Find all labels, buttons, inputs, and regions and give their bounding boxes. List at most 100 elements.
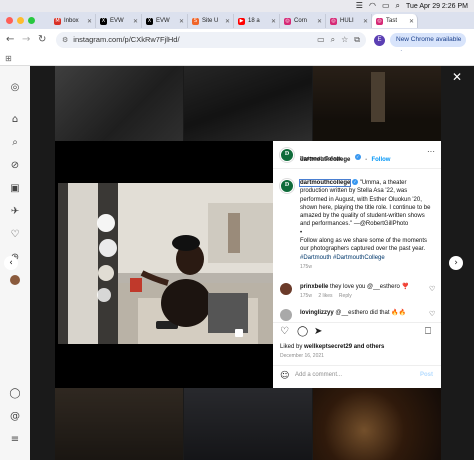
close-tab-icon[interactable]: ✕ — [225, 18, 230, 25]
previous-post-icon[interactable]: ‹ — [4, 256, 18, 270]
browser-tab[interactable]: M Inbox ✕ — [50, 14, 96, 28]
close-tab-icon[interactable]: ✕ — [363, 18, 368, 25]
url-text: instagram.com/p/CXkRw7FjlHd/ — [73, 35, 180, 44]
cast-icon[interactable]: ▭ — [317, 32, 325, 48]
caption-username[interactable]: dartmouthcollege — [298, 179, 352, 187]
comment-text: they love you @__esthero ❣️ — [330, 284, 409, 290]
post-comment-button[interactable]: Post — [420, 372, 433, 378]
notifications-heart-icon[interactable]: ♡ — [9, 229, 21, 241]
post-date[interactable]: December 16, 2021 — [280, 353, 324, 359]
separator-dot: • — [365, 157, 368, 163]
site-info-icon[interactable]: ⚙ — [62, 36, 68, 44]
browser-tab[interactable]: ◎ Tast ✕ — [372, 14, 418, 28]
apps-grid-icon[interactable]: ⊞ — [5, 54, 12, 63]
share-icon[interactable]: ➤ — [314, 326, 322, 337]
reload-icon[interactable]: ↻ — [38, 34, 46, 45]
comment-user[interactable]: lovinglizzyy — [300, 310, 334, 316]
save-post-icon[interactable]: ⎕ — [425, 326, 431, 337]
more-options-icon[interactable]: ··· — [427, 147, 435, 156]
emoji-icon[interactable]: ☺ — [280, 371, 289, 381]
liked-by-others[interactable]: and others — [352, 344, 385, 350]
comment-1: lovinglizzyy @__esthero did that 🔥🔥 — [300, 309, 425, 317]
like-post-icon[interactable]: ♡ — [280, 326, 289, 337]
back-icon[interactable]: ← — [6, 34, 14, 45]
comment-avatar[interactable] — [280, 283, 292, 295]
instagram-icon: ◎ — [284, 17, 291, 25]
menubar-clock[interactable]: Tue Apr 29 2:26 PM — [406, 3, 468, 10]
threads-icon[interactable]: @ — [9, 411, 21, 423]
zoom-window-button[interactable] — [28, 17, 35, 24]
caption: dartmouthcollege ✓ "Umma, a theater prod… — [298, 179, 440, 270]
forward-icon[interactable]: → — [22, 34, 30, 45]
wifi-icon[interactable]: ◠ — [369, 1, 376, 11]
carousel-indicator-icon — [235, 329, 243, 337]
comment-age[interactable]: 175w — [300, 293, 312, 299]
more-menu-icon[interactable]: ≡ — [9, 434, 21, 446]
chrome-update-button[interactable]: New Chrome available ⋮ — [390, 33, 466, 57]
search-icon[interactable]: ⌕ — [396, 1, 400, 11]
tab-label: Site U — [202, 18, 219, 24]
search-icon[interactable]: ⌕ — [9, 137, 21, 149]
explore-icon[interactable]: ⊘ — [9, 160, 21, 172]
liked-by-user[interactable]: wellkeptsecret29 — [304, 344, 352, 350]
browser-tab[interactable]: X EVW ✕ — [142, 14, 188, 28]
comment-likes[interactable]: 2 likes — [318, 293, 332, 299]
caption-verified-icon: ✓ — [352, 179, 359, 186]
post-photo[interactable] — [58, 183, 274, 344]
close-tab-icon[interactable]: ✕ — [409, 18, 414, 25]
follow-button[interactable]: Follow — [371, 157, 390, 163]
comment-avatar[interactable] — [280, 309, 292, 321]
close-window-button[interactable] — [6, 17, 13, 24]
comment-input[interactable]: Add a comment... — [295, 372, 342, 378]
profile-icon[interactable] — [10, 275, 20, 285]
post-details-panel: D dartmouthcollege ✓ • Follow Dartmouth … — [273, 141, 441, 388]
tab-label: EVW — [110, 18, 124, 24]
post-location[interactable]: Dartmouth College — [300, 156, 342, 162]
caption-line-4: amazed by the quality of student-written… — [300, 213, 425, 220]
battery-icon[interactable]: ▭ — [382, 1, 390, 11]
url-field[interactable]: ⚙ instagram.com/p/CXkRw7FjlHd/ ▭ ⌕ ☆ ⧉ — [56, 32, 366, 48]
close-tab-icon[interactable]: ✕ — [271, 18, 276, 25]
instagram-icon: ◎ — [376, 17, 383, 25]
next-post-icon[interactable]: › — [449, 256, 463, 270]
browser-tab[interactable]: ▶ 18 a ✕ — [234, 14, 280, 28]
close-tab-icon[interactable]: ✕ — [87, 18, 92, 25]
profile-avatar[interactable]: E — [374, 35, 385, 46]
home-icon[interactable]: ⌂ — [9, 114, 21, 126]
browser-tab[interactable]: S Site U ✕ — [188, 14, 234, 28]
extensions-icon[interactable]: ⧉ — [354, 32, 360, 48]
reels-icon[interactable]: ▣ — [9, 183, 21, 195]
hashtags[interactable]: #Dartmouth #DartmouthCollege — [300, 254, 440, 262]
meta-ai-icon[interactable]: ◯ — [9, 388, 21, 400]
instagram-logo-icon[interactable]: ◎ — [9, 82, 21, 94]
dressing-room-photo — [58, 183, 274, 344]
control-center-icon[interactable]: ☰ — [356, 1, 363, 11]
like-comment-icon[interactable]: ♡ — [429, 310, 435, 318]
browser-tab[interactable]: ◎ Corn ✕ — [280, 14, 326, 28]
like-comment-icon[interactable]: ♡ — [429, 285, 435, 293]
close-tab-icon[interactable]: ✕ — [179, 18, 184, 25]
caption-age[interactable]: 175w — [300, 264, 440, 270]
liked-by: Liked by wellkeptsecret29 and others — [280, 344, 385, 350]
zoom-icon[interactable]: ⌕ — [331, 32, 335, 48]
caption-line-1: production written by Stella Asa '22, wa… — [300, 188, 408, 195]
post-header: D dartmouthcollege ✓ • Follow Dartmouth … — [273, 141, 441, 169]
comment-text: @__esthero did that 🔥🔥 — [335, 310, 407, 316]
dartmouth-avatar[interactable]: D — [280, 148, 294, 162]
comment-icon[interactable]: ◯ — [297, 326, 308, 337]
caption-line-5: and performances." —@RobertGillPhoto — [300, 221, 409, 228]
close-modal-icon[interactable]: ✕ — [450, 70, 464, 84]
verified-badge-icon: ✓ — [354, 153, 361, 160]
close-tab-icon[interactable]: ✕ — [133, 18, 138, 25]
close-tab-icon[interactable]: ✕ — [317, 18, 322, 25]
browser-tab[interactable]: X EVW ✕ — [96, 14, 142, 28]
comment-user[interactable]: prinxbelle — [300, 284, 328, 290]
comment-reply-button[interactable]: Reply — [339, 293, 352, 299]
minimize-window-button[interactable] — [17, 17, 24, 24]
browser-tab[interactable]: ◎ HULI ✕ — [326, 14, 372, 28]
address-bar: ← → ↻ ⚙ instagram.com/p/CXkRw7FjlHd/ ▭ ⌕ … — [0, 29, 474, 57]
x-icon: X — [146, 17, 153, 25]
caption-avatar[interactable]: D — [280, 179, 294, 193]
bookmark-star-icon[interactable]: ☆ — [341, 32, 348, 48]
messages-icon[interactable]: ✈ — [9, 206, 21, 218]
